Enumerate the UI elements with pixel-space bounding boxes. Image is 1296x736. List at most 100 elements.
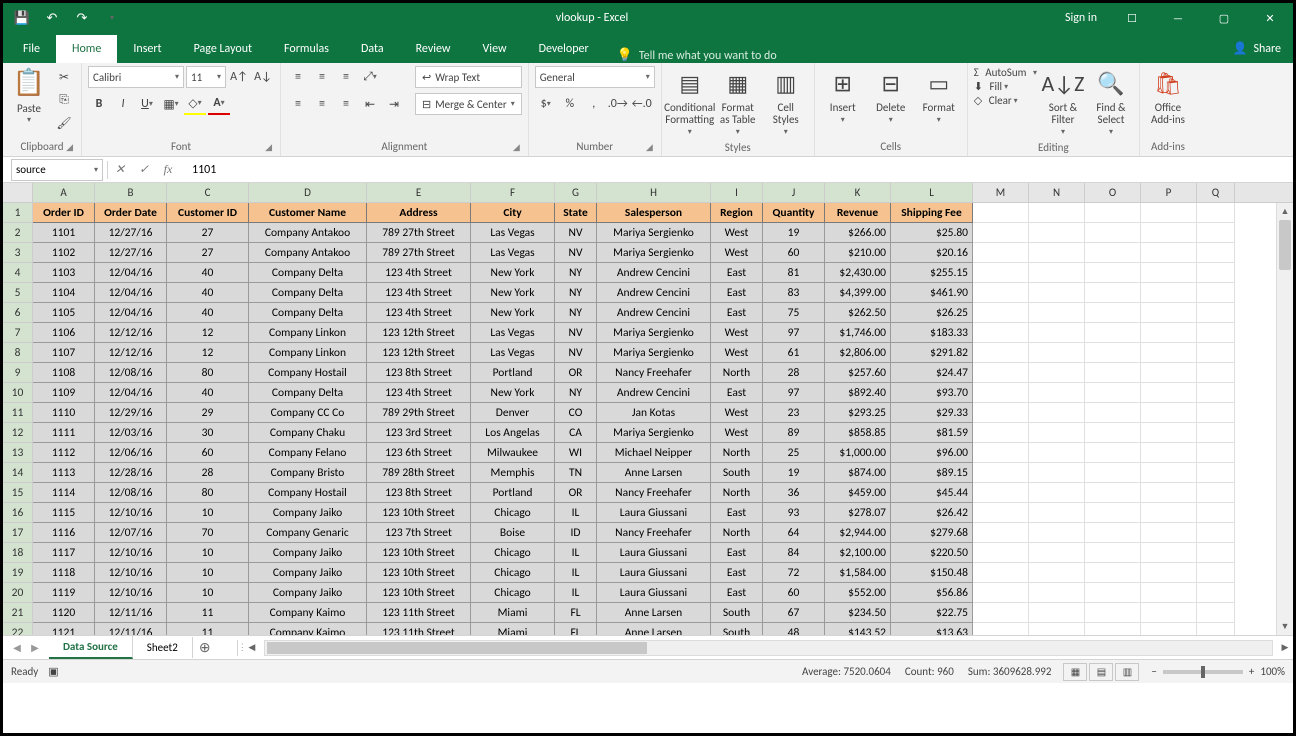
table-cell[interactable]: Company Antakoo bbox=[249, 223, 367, 243]
empty-cell[interactable] bbox=[1085, 283, 1141, 303]
row-header[interactable]: 22 bbox=[3, 623, 33, 635]
autosum-button[interactable]: Σ AutoSum ▾ bbox=[974, 66, 1037, 79]
align-middle-icon[interactable]: ≡ bbox=[311, 66, 333, 88]
table-cell[interactable]: 84 bbox=[763, 543, 825, 563]
row-header[interactable]: 20 bbox=[3, 583, 33, 603]
table-cell[interactable]: Andrew Cencini bbox=[597, 303, 711, 323]
table-cell[interactable]: 12/27/16 bbox=[95, 223, 167, 243]
table-cell[interactable]: Laura Giussani bbox=[597, 583, 711, 603]
table-cell[interactable]: $56.86 bbox=[891, 583, 973, 603]
table-cell[interactable]: 80 bbox=[167, 483, 249, 503]
table-cell[interactable]: East bbox=[711, 563, 763, 583]
table-cell[interactable]: 123 6th Street bbox=[367, 443, 471, 463]
table-cell[interactable]: Company Delta bbox=[249, 303, 367, 323]
table-cell[interactable]: Nancy Freehafer bbox=[597, 523, 711, 543]
table-cell[interactable]: Laura Giussani bbox=[597, 503, 711, 523]
empty-cell[interactable] bbox=[973, 383, 1029, 403]
table-cell[interactable]: NV bbox=[555, 343, 597, 363]
save-icon[interactable]: 💾 bbox=[9, 6, 35, 30]
empty-cell[interactable] bbox=[973, 363, 1029, 383]
wrap-text-button[interactable]: ↩Wrap Text bbox=[415, 66, 522, 88]
table-cell[interactable]: 1115 bbox=[33, 503, 95, 523]
close-icon[interactable]: ✕ bbox=[1247, 3, 1293, 33]
cell-styles-button[interactable]: ▥Cell Styles▾ bbox=[764, 66, 808, 139]
horizontal-scrollbar[interactable] bbox=[264, 640, 1273, 656]
empty-cell[interactable] bbox=[973, 263, 1029, 283]
empty-cell[interactable] bbox=[973, 603, 1029, 623]
table-cell[interactable]: West bbox=[711, 223, 763, 243]
table-cell[interactable]: 12 bbox=[167, 343, 249, 363]
empty-cell[interactable] bbox=[1029, 483, 1085, 503]
empty-cell[interactable] bbox=[1197, 503, 1235, 523]
table-cell[interactable]: 23 bbox=[763, 403, 825, 423]
empty-cell[interactable] bbox=[973, 623, 1029, 635]
table-cell[interactable]: 27 bbox=[167, 223, 249, 243]
empty-cell[interactable] bbox=[973, 463, 1029, 483]
sort-filter-button[interactable]: A↓ZSort & Filter▾ bbox=[1041, 66, 1085, 139]
empty-cell[interactable] bbox=[1029, 583, 1085, 603]
empty-cell[interactable] bbox=[1085, 443, 1141, 463]
table-cell[interactable]: 789 29th Street bbox=[367, 403, 471, 423]
empty-cell[interactable] bbox=[1197, 383, 1235, 403]
table-header-cell[interactable]: State bbox=[555, 203, 597, 223]
row-header[interactable]: 2 bbox=[3, 223, 33, 243]
table-cell[interactable]: South bbox=[711, 623, 763, 635]
table-cell[interactable]: $459.00 bbox=[825, 483, 891, 503]
empty-cell[interactable] bbox=[1197, 423, 1235, 443]
table-cell[interactable]: 123 12th Street bbox=[367, 343, 471, 363]
table-cell[interactable]: 12/12/16 bbox=[95, 343, 167, 363]
row-header[interactable]: 13 bbox=[3, 443, 33, 463]
accounting-format-icon[interactable]: $▾ bbox=[535, 93, 557, 115]
tab-view[interactable]: View bbox=[467, 35, 523, 63]
column-header[interactable]: O bbox=[1085, 183, 1141, 202]
table-header-cell[interactable]: City bbox=[471, 203, 555, 223]
empty-cell[interactable] bbox=[1141, 523, 1197, 543]
table-cell[interactable]: Las Vegas bbox=[471, 323, 555, 343]
row-header[interactable]: 17 bbox=[3, 523, 33, 543]
macro-record-icon[interactable]: ▣ bbox=[48, 665, 58, 678]
table-header-cell[interactable]: Order Date bbox=[95, 203, 167, 223]
select-all-corner[interactable] bbox=[3, 183, 33, 202]
table-cell[interactable]: 1117 bbox=[33, 543, 95, 563]
table-cell[interactable]: 123 4th Street bbox=[367, 283, 471, 303]
table-cell[interactable]: 12/12/16 bbox=[95, 323, 167, 343]
column-header[interactable]: D bbox=[249, 183, 367, 202]
table-cell[interactable]: CA bbox=[555, 423, 597, 443]
table-cell[interactable]: 12/11/16 bbox=[95, 603, 167, 623]
table-cell[interactable]: Company Delta bbox=[249, 283, 367, 303]
format-as-table-button[interactable]: ▦Format as Table▾ bbox=[716, 66, 760, 139]
decrease-indent-icon[interactable]: ⇤ bbox=[359, 93, 381, 115]
column-header[interactable]: P bbox=[1141, 183, 1197, 202]
table-cell[interactable]: 29 bbox=[167, 403, 249, 423]
hscroll-left-icon[interactable]: ◀ bbox=[244, 642, 260, 653]
empty-cell[interactable] bbox=[1029, 243, 1085, 263]
format-cells-button[interactable]: ▭Format▾ bbox=[917, 66, 961, 127]
empty-cell[interactable] bbox=[1141, 243, 1197, 263]
table-cell[interactable]: Company Kaimo bbox=[249, 623, 367, 635]
dialog-launcher-icon[interactable]: ◢ bbox=[265, 142, 272, 153]
table-cell[interactable]: 123 10th Street bbox=[367, 563, 471, 583]
empty-cell[interactable] bbox=[973, 543, 1029, 563]
merge-center-button[interactable]: ⊟Merge & Center▾ bbox=[415, 93, 522, 115]
tab-review[interactable]: Review bbox=[400, 35, 467, 63]
align-right-icon[interactable]: ≡ bbox=[335, 93, 357, 115]
table-cell[interactable]: NV bbox=[555, 243, 597, 263]
table-cell[interactable]: $1,000.00 bbox=[825, 443, 891, 463]
table-cell[interactable]: East bbox=[711, 543, 763, 563]
empty-cell[interactable] bbox=[1141, 503, 1197, 523]
column-header[interactable]: N bbox=[1029, 183, 1085, 202]
empty-cell[interactable] bbox=[973, 443, 1029, 463]
empty-cell[interactable] bbox=[1085, 503, 1141, 523]
table-cell[interactable]: 97 bbox=[763, 323, 825, 343]
table-cell[interactable]: $874.00 bbox=[825, 463, 891, 483]
table-cell[interactable]: 12/03/16 bbox=[95, 423, 167, 443]
table-cell[interactable]: FL bbox=[555, 623, 597, 635]
empty-cell[interactable] bbox=[973, 243, 1029, 263]
sheet-tab-other[interactable]: Sheet2 bbox=[133, 637, 193, 658]
column-header[interactable]: H bbox=[597, 183, 711, 202]
row-header[interactable]: 12 bbox=[3, 423, 33, 443]
table-cell[interactable]: 67 bbox=[763, 603, 825, 623]
empty-cell[interactable] bbox=[1141, 363, 1197, 383]
table-cell[interactable]: Chicago bbox=[471, 563, 555, 583]
row-header[interactable]: 18 bbox=[3, 543, 33, 563]
